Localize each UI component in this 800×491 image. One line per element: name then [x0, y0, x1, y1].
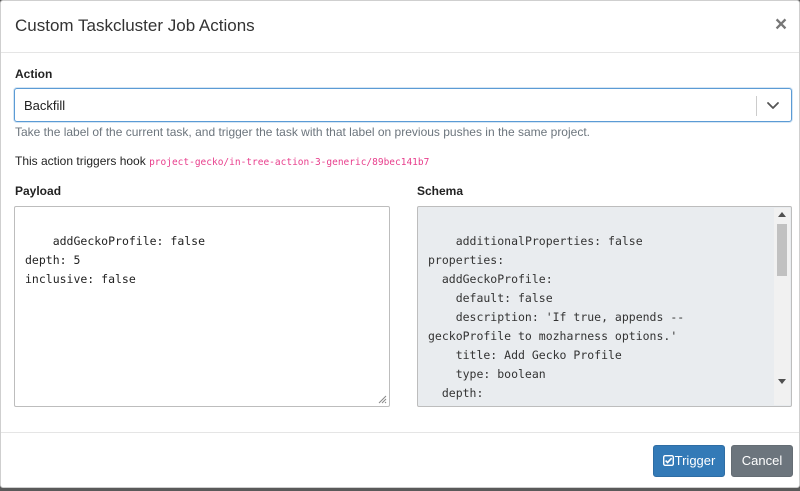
hook-id: project-gecko/in-tree-action-3-generic/8… [149, 157, 430, 168]
chevron-down-icon[interactable] [763, 95, 783, 115]
schema-scrollbar[interactable] [774, 208, 790, 405]
payload-text: addGeckoProfile: false depth: 5 inclusiv… [25, 234, 206, 286]
resize-grip-icon[interactable] [378, 395, 387, 404]
action-select-value: Backfill [24, 98, 66, 113]
action-description: Take the label of the current task, and … [15, 125, 590, 139]
payload-label: Payload [15, 184, 62, 198]
schema-textarea[interactable]: additionalProperties: false properties: … [417, 206, 792, 407]
scroll-thumb[interactable] [777, 224, 787, 276]
check-square-icon [662, 455, 674, 466]
modal-title: Custom Taskcluster Job Actions [15, 16, 255, 35]
select-divider [756, 96, 757, 116]
action-label: Action [15, 67, 53, 81]
hook-info: This action triggers hook project-gecko/… [15, 154, 429, 168]
action-select[interactable]: Backfill [14, 88, 792, 122]
payload-textarea[interactable]: addGeckoProfile: false depth: 5 inclusiv… [14, 206, 390, 407]
scroll-up-arrow-icon[interactable] [778, 212, 786, 217]
schema-label: Schema [417, 184, 464, 198]
schema-text: additionalProperties: false properties: … [428, 234, 685, 406]
custom-actions-modal: Custom Taskcluster Job Actions × Action … [0, 0, 800, 488]
hook-prefix: This action triggers hook [15, 154, 146, 168]
trigger-button[interactable]: Trigger [653, 445, 725, 477]
footer-divider [1, 432, 799, 433]
trigger-button-label: Trigger [674, 453, 716, 468]
close-icon[interactable]: × [771, 13, 791, 37]
cancel-button[interactable]: Cancel [731, 445, 793, 477]
scroll-down-arrow-icon[interactable] [778, 379, 786, 384]
modal-header: Custom Taskcluster Job Actions × [1, 1, 799, 53]
